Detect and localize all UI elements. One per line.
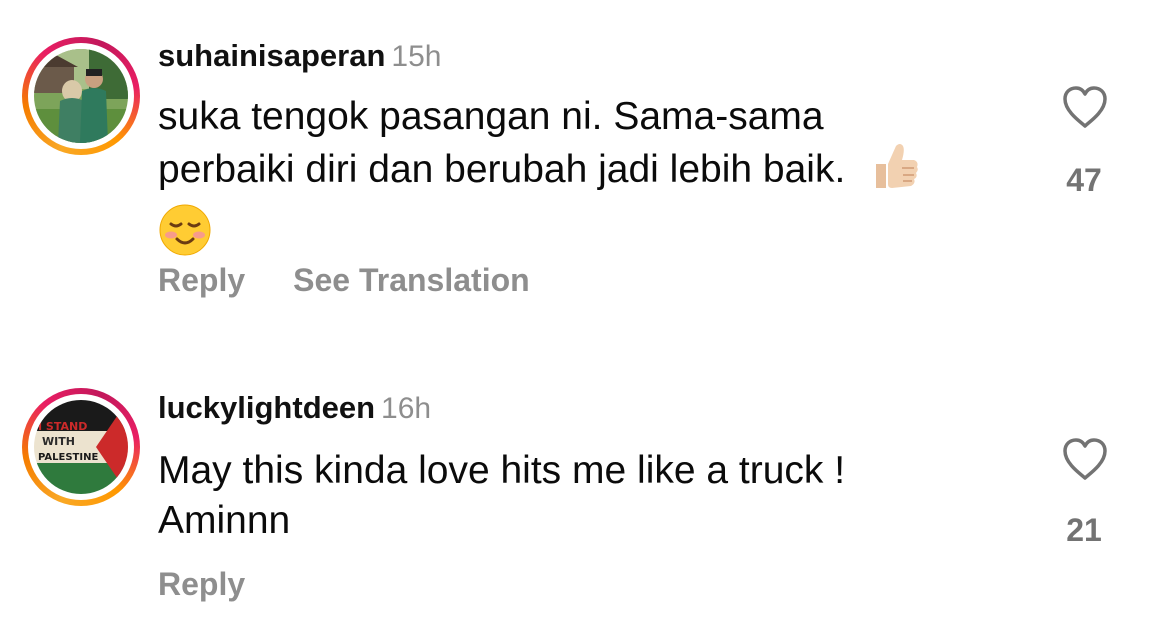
comment-text: suka tengok pasangan ni. Sama-sama perba… — [158, 94, 978, 268]
comment-actions: Reply See Translation — [158, 262, 578, 299]
see-translation-button[interactable]: See Translation — [293, 262, 530, 298]
comment-line: suka tengok pasangan ni. Sama-sama — [158, 95, 824, 138]
username-text[interactable]: suhainisaperan — [158, 38, 385, 73]
heart-icon — [1063, 86, 1107, 128]
comment-line: May this kinda love hits me like a truck… — [158, 449, 846, 492]
comment-timestamp: 15h — [391, 40, 442, 73]
comment-line: perbaiki diri dan berubah jadi lebih bai… — [158, 147, 846, 191]
avatar-story-ring[interactable] — [22, 37, 140, 155]
avatar-text-line: PALESTINE — [38, 452, 98, 463]
thumbs-up-icon — [870, 140, 920, 203]
avatar[interactable]: I STAND WITH PALESTINE — [34, 400, 128, 494]
avatar-frame: I STAND WITH PALESTINE — [28, 394, 134, 500]
comment-timestamp: 16h — [381, 392, 432, 425]
smiling-face-icon — [158, 203, 212, 268]
avatar[interactable] — [34, 49, 128, 143]
comment-line-emoji — [158, 203, 978, 268]
like-count: 21 — [1066, 512, 1102, 548]
heart-icon — [1063, 438, 1107, 480]
comment-line-with-emoji: perbaiki diri dan berubah jadi lebih bai… — [158, 140, 978, 203]
like-button[interactable] — [1060, 84, 1110, 130]
palestine-flag-avatar: I STAND WITH PALESTINE — [34, 400, 128, 494]
comment-actions: Reply — [158, 566, 293, 603]
reply-button[interactable]: Reply — [158, 262, 245, 298]
avatar-story-ring[interactable]: I STAND WITH PALESTINE — [22, 388, 140, 506]
avatar-frame — [28, 43, 134, 149]
comment-text: May this kinda love hits me like a truck… — [158, 446, 978, 546]
avatar-text-line: I STAND — [38, 420, 87, 433]
like-count: 47 — [1066, 162, 1102, 198]
reply-button[interactable]: Reply — [158, 566, 245, 602]
comment-line: Aminnn — [158, 499, 291, 542]
avatar-photo-couple — [34, 49, 128, 143]
like-button[interactable] — [1060, 436, 1110, 482]
avatar-text-line: WITH — [42, 435, 75, 448]
username-text[interactable]: luckylightdeen — [158, 390, 375, 425]
comment-username[interactable]: luckylightdeen 16h — [158, 390, 431, 426]
comment-username[interactable]: suhainisaperan 15h — [158, 38, 441, 74]
